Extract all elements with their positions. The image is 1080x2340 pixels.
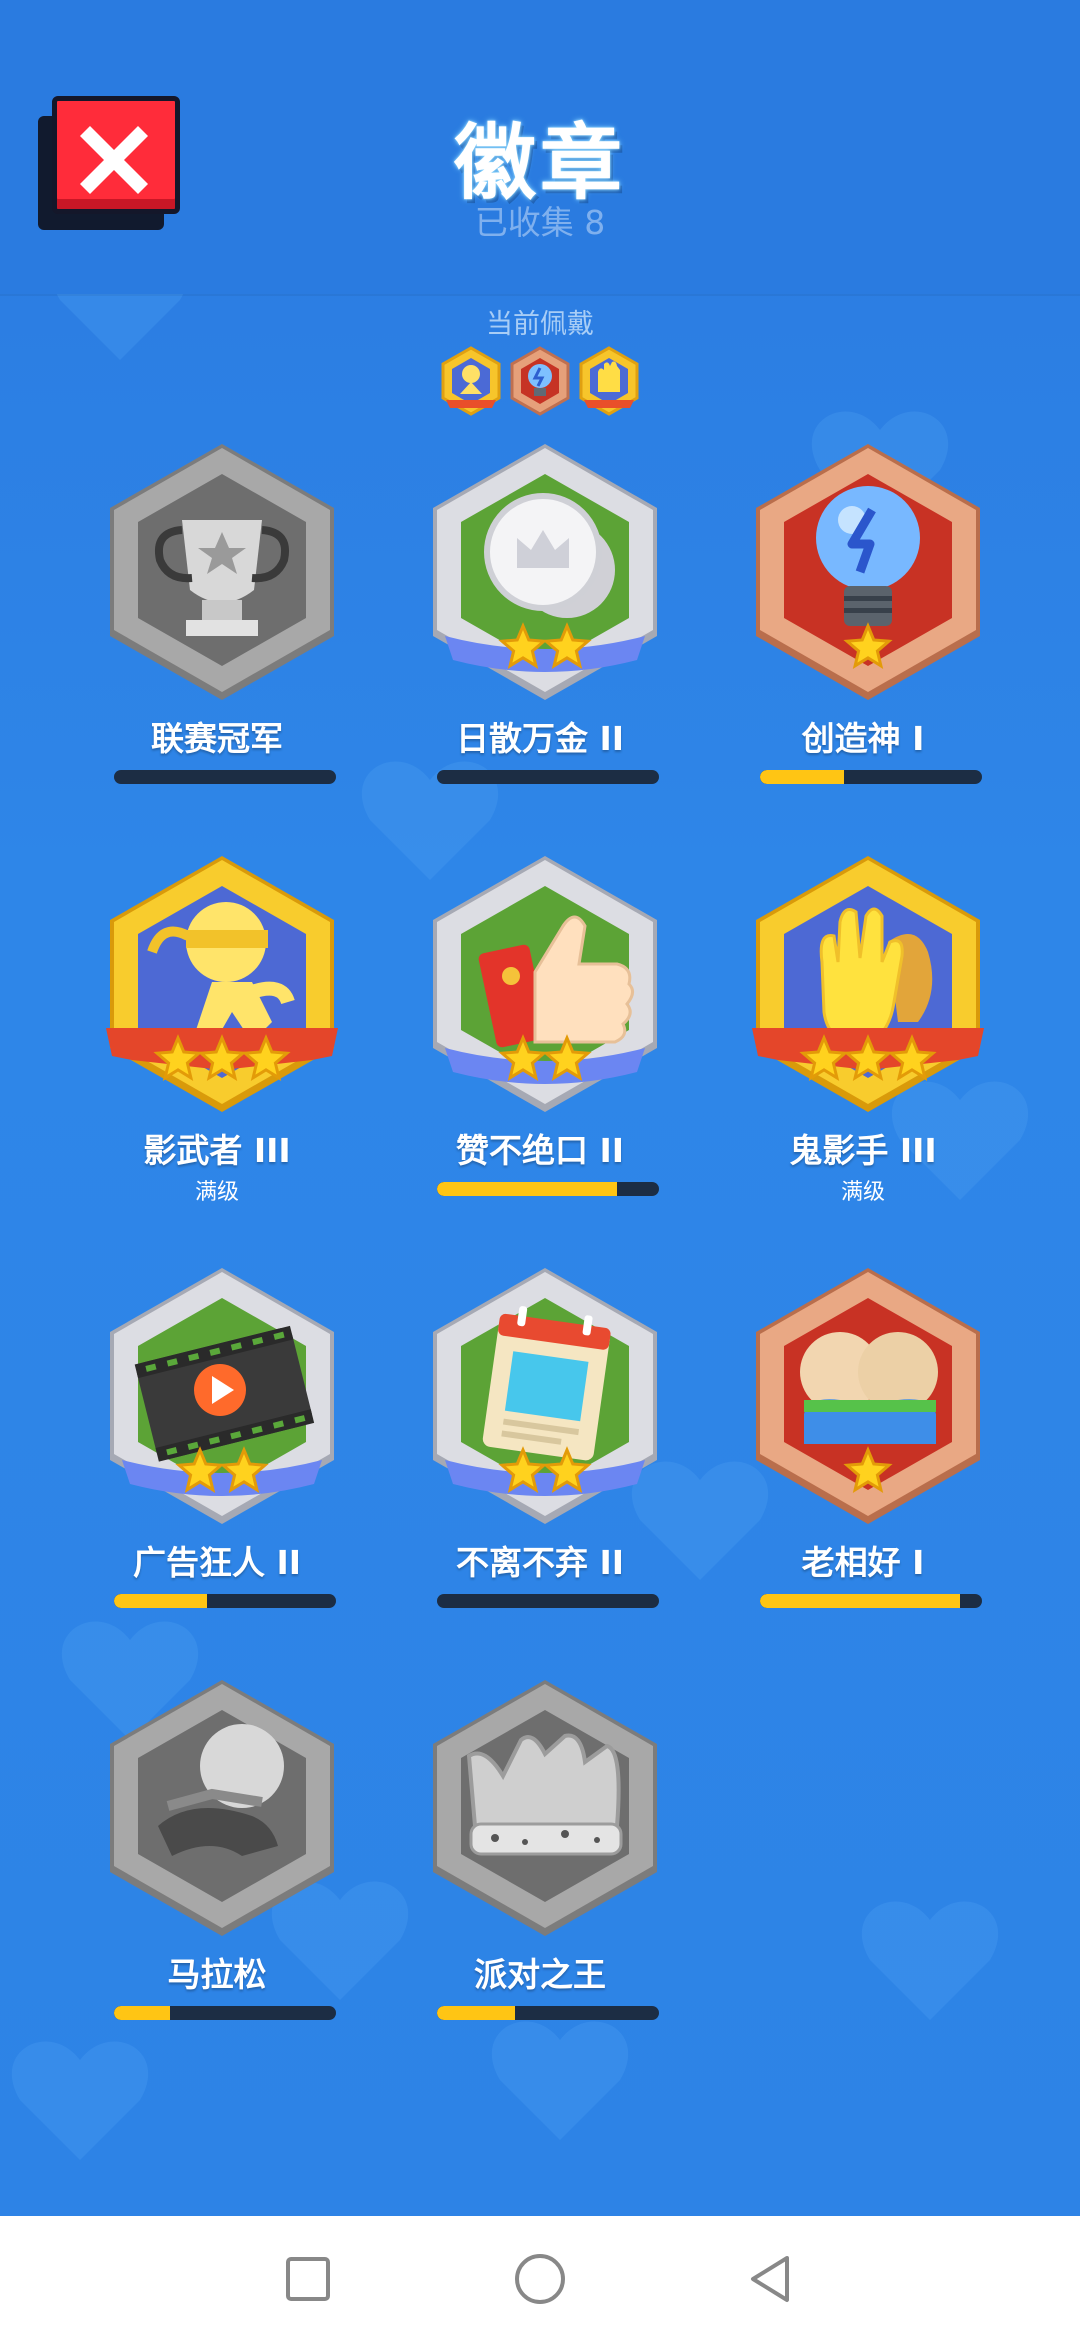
badge-card[interactable]: 联赛冠军 bbox=[62, 440, 372, 860]
worn-glove-badge-icon[interactable] bbox=[578, 346, 640, 416]
waving-glove-icon bbox=[752, 856, 984, 1112]
trophy-icon bbox=[110, 444, 334, 700]
friends-icon bbox=[756, 1268, 980, 1524]
badge-name: 老相好 I bbox=[801, 1543, 925, 1582]
lightbulb-icon bbox=[756, 444, 980, 700]
badge-maxed-label: 满级 bbox=[194, 1180, 239, 1205]
badge-card[interactable]: 广告狂人 II bbox=[62, 1264, 372, 1684]
badge-name: 广告狂人 II bbox=[132, 1543, 302, 1582]
film-reel-icon bbox=[110, 1268, 334, 1524]
badge-progress-fill bbox=[114, 1594, 208, 1608]
worn-ninja-badge-icon[interactable] bbox=[440, 346, 502, 416]
badge-name: 影武者 III bbox=[143, 1131, 291, 1170]
badge-card[interactable]: 马拉松 bbox=[62, 1676, 372, 2096]
worn-badges bbox=[440, 346, 640, 416]
badge-progress-fill bbox=[760, 1594, 960, 1608]
badge-name: 马拉松 bbox=[167, 1955, 267, 1994]
recent-apps-icon[interactable] bbox=[281, 2252, 335, 2306]
badge-card[interactable]: 影武者 III 满级 bbox=[62, 852, 372, 1272]
worn-badges-label: 当前佩戴 bbox=[486, 309, 594, 340]
badge-progress-fill bbox=[760, 770, 845, 784]
badge-card[interactable]: 派对之王 bbox=[385, 1676, 695, 2096]
badge-card[interactable]: 日散万金 II bbox=[385, 440, 695, 860]
badge-maxed-label: 满级 bbox=[840, 1180, 885, 1205]
collected-count: 已收集 8 bbox=[474, 203, 606, 242]
badge-name: 联赛冠军 bbox=[151, 719, 283, 758]
badge-name: 日散万金 II bbox=[455, 719, 625, 758]
coin-crown-icon bbox=[433, 444, 657, 700]
badge-progress-bar bbox=[760, 1594, 982, 1608]
badge-progress-bar bbox=[114, 2006, 336, 2020]
badge-progress-bar bbox=[114, 1594, 336, 1608]
badge-card[interactable]: 老相好 I bbox=[708, 1264, 1018, 1684]
badge-name: 不离不弃 II bbox=[455, 1543, 625, 1582]
badge-progress-bar bbox=[114, 770, 336, 784]
thumbs-up-icon bbox=[433, 856, 657, 1112]
badge-name: 派对之王 bbox=[474, 1955, 606, 1994]
badge-progress-bar bbox=[437, 770, 659, 784]
badge-card[interactable]: 不离不弃 II bbox=[385, 1264, 695, 1684]
badge-name: 鬼影手 III bbox=[789, 1131, 937, 1170]
runner-icon bbox=[110, 1680, 334, 1936]
system-nav-bar bbox=[0, 2216, 1080, 2340]
badge-progress-fill bbox=[437, 1182, 617, 1196]
worn-lightbulb-badge-icon[interactable] bbox=[509, 346, 571, 416]
badge-progress-bar bbox=[437, 2006, 659, 2020]
back-icon[interactable] bbox=[743, 2252, 797, 2306]
calendar-icon bbox=[433, 1268, 657, 1524]
badge-card[interactable]: 鬼影手 III 满级 bbox=[708, 852, 1018, 1272]
badge-card[interactable]: 创造神 I bbox=[708, 440, 1018, 860]
badge-progress-bar bbox=[760, 770, 982, 784]
badge-progress-bar bbox=[437, 1182, 659, 1196]
ninja-icon bbox=[106, 856, 338, 1112]
badge-progress-fill bbox=[114, 2006, 170, 2020]
badge-name: 创造神 I bbox=[801, 719, 925, 758]
home-icon[interactable] bbox=[513, 2252, 567, 2306]
badge-progress-fill bbox=[437, 2006, 515, 2020]
badge-name: 赞不绝口 II bbox=[455, 1131, 625, 1170]
party-crown-icon bbox=[433, 1680, 657, 1936]
badge-progress-bar bbox=[437, 1594, 659, 1608]
badge-card[interactable]: 赞不绝口 II bbox=[385, 852, 695, 1272]
